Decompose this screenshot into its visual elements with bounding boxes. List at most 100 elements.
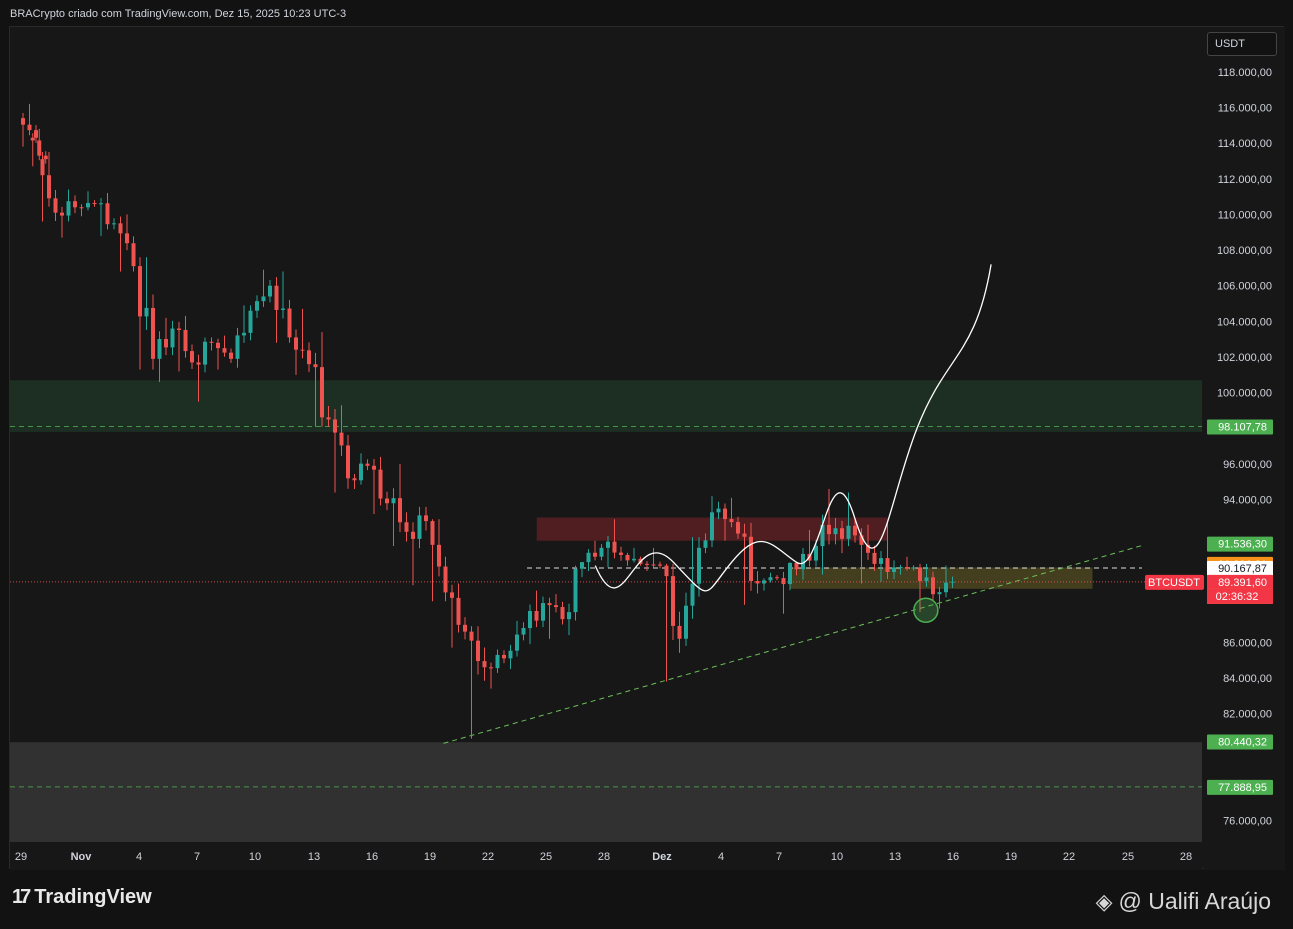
candle-body — [502, 654, 506, 659]
candle-body — [833, 528, 838, 535]
y-tick-label: 96.000,00 — [1223, 459, 1272, 471]
candle-body — [690, 583, 695, 606]
candle-body — [937, 592, 942, 595]
chart-header: BRACrypto criado com TradingView.com, De… — [10, 8, 347, 20]
candle-body — [788, 562, 792, 585]
candle-body — [879, 558, 883, 564]
candle-body — [320, 367, 324, 418]
candle-body — [73, 201, 77, 208]
candle-body — [417, 515, 422, 539]
candle-body — [229, 352, 233, 359]
y-tick-label: 116.000,00 — [1218, 102, 1272, 114]
candle-body — [911, 567, 916, 569]
candle-body — [118, 223, 123, 234]
y-tick-label: 108.000,00 — [1217, 245, 1272, 257]
candle-body — [742, 533, 747, 537]
y-tick-label: 82.000,00 — [1223, 709, 1272, 721]
candle-body — [372, 465, 376, 470]
y-tick-label: 106.000,00 — [1217, 281, 1272, 293]
candle-body — [216, 342, 220, 349]
candle-body — [463, 624, 467, 632]
candle-body — [385, 498, 389, 504]
candle-body — [664, 565, 669, 577]
candle-body — [183, 329, 188, 352]
chart-frame[interactable]: 118.000,00 116.000,00 114.000,00 112.000,00… — [9, 26, 1285, 870]
candle-body — [443, 566, 448, 593]
zone-consolidation — [790, 567, 1093, 589]
candle-body — [255, 301, 259, 311]
x-tick-label: 4 — [718, 851, 724, 863]
x-tick-label: 4 — [136, 851, 142, 863]
candle-body — [164, 339, 168, 348]
candle-body — [99, 203, 103, 205]
candle-body — [560, 607, 565, 620]
candle-body — [424, 515, 428, 522]
candle-body — [710, 512, 714, 541]
candle-body — [209, 341, 214, 343]
candle-body — [827, 524, 831, 535]
candle-body — [125, 233, 129, 244]
candle-body — [307, 350, 311, 365]
candle-body — [177, 328, 181, 330]
x-tick-label: 10 — [831, 851, 843, 863]
candle-body — [515, 634, 519, 651]
candle-body — [365, 463, 370, 466]
candle-body — [853, 525, 857, 536]
candle-body — [918, 567, 922, 582]
candle-body — [92, 203, 97, 205]
candle-body — [612, 541, 617, 553]
candle-body — [86, 203, 90, 208]
plot-background[interactable] — [10, 27, 1202, 844]
candle-body — [489, 667, 493, 669]
x-tick-label: 7 — [194, 851, 200, 863]
candle-body — [534, 610, 539, 621]
candle-body — [222, 348, 227, 353]
candle-body — [944, 582, 948, 593]
candle-body — [658, 564, 662, 566]
candle-body — [34, 130, 38, 138]
candle-body — [203, 341, 207, 365]
candle-body — [268, 285, 272, 297]
candle-body — [872, 552, 877, 564]
x-tick-label: 13 — [889, 851, 901, 863]
candle-body — [495, 654, 500, 669]
candle-body — [66, 201, 71, 216]
candle-body — [287, 308, 292, 338]
candle-body — [235, 335, 240, 359]
candle-body — [27, 124, 32, 131]
candle-body — [606, 541, 610, 548]
x-tick-label: 22 — [1063, 851, 1075, 863]
candle-body — [196, 362, 201, 365]
y-tick-label: 118.000,00 — [1218, 67, 1272, 79]
x-tick-label: 7 — [776, 851, 782, 863]
tradingview-icon: 17 — [12, 886, 31, 908]
candle-body — [144, 307, 149, 317]
candle-body — [105, 203, 110, 225]
price-chart[interactable]: 118.000,00 116.000,00 114.000,00 112.000,00… — [10, 27, 1285, 870]
candle-body — [645, 563, 649, 565]
candle-body — [885, 558, 890, 573]
candle-body — [274, 285, 279, 310]
tradingview-logo[interactable]: 17 TradingView — [12, 886, 152, 909]
candle-body — [528, 610, 532, 629]
candle-body — [281, 308, 285, 310]
candle-body — [651, 564, 656, 566]
candle-body — [541, 603, 545, 621]
candle-body — [632, 558, 636, 561]
symbol-tag[interactable]: BTCUSDT — [1148, 577, 1200, 589]
candle-body — [300, 349, 305, 351]
candle-body — [716, 508, 721, 513]
candle-body — [157, 339, 162, 359]
candle-body — [40, 159, 45, 176]
candle-body — [450, 592, 454, 598]
x-tick-label: 10 — [249, 851, 261, 863]
currency-selector[interactable]: USDT — [1207, 32, 1277, 56]
candle-body — [846, 525, 851, 539]
y-tick-label: 112.000,00 — [1218, 174, 1272, 186]
candle-body — [508, 650, 513, 659]
candle-body — [411, 531, 415, 539]
candle-body — [729, 519, 734, 523]
author-name: @ Ualifi Araújo — [1118, 888, 1271, 914]
x-tick-label: Nov — [71, 851, 93, 863]
candle-body — [697, 547, 701, 584]
